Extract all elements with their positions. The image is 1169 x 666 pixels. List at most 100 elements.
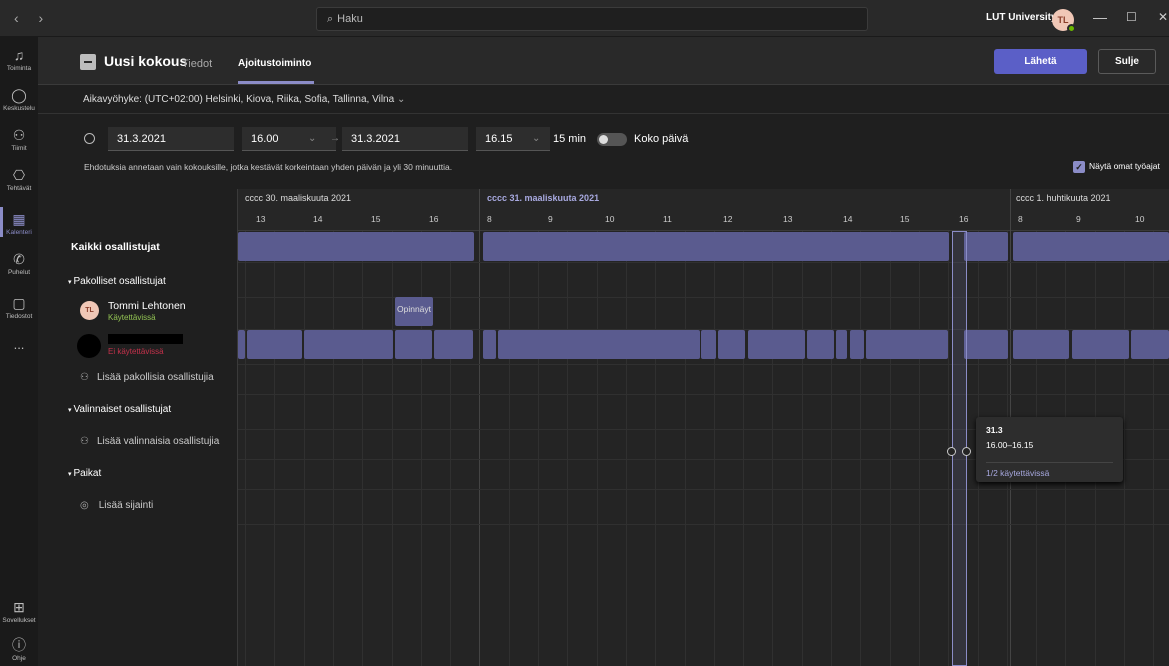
drag-handle[interactable] <box>947 447 956 456</box>
search-input[interactable]: ⌕ Haku <box>316 7 868 31</box>
add-optional-label: Lisää valinnaisia osallistujia <box>96 436 220 447</box>
section-label: Pakolliset osallistujat <box>73 276 166 287</box>
tooltip-availability: 1/2 käytettävissä <box>986 462 1113 478</box>
busy-block <box>748 330 805 359</box>
show-work-hours-label: Näytä omat työajat <box>1089 161 1160 171</box>
busy-block <box>1131 330 1169 359</box>
busy-block <box>238 232 474 261</box>
add-required-label: Lisää pakollisia osallistujia <box>96 372 214 383</box>
row-divider <box>238 262 1169 263</box>
row-divider <box>238 297 1169 298</box>
rail-label: Kalenteri <box>6 229 32 236</box>
rail-activity[interactable]: ♫ Toiminta <box>0 47 38 72</box>
hour-label: 15 <box>371 214 381 224</box>
close-window-button[interactable]: ✕ <box>1158 10 1168 24</box>
active-tab-indicator <box>238 81 314 84</box>
tab-scheduling-assistant[interactable]: Ajoitustoiminto <box>238 58 311 69</box>
meeting-header: Uusi kokous Tiedot Ajoitustoiminto Lähet… <box>38 37 1169 85</box>
timeline-header: cccc 30. maaliskuuta 2021 cccc 31. maali… <box>238 189 1169 231</box>
add-person-icon: ⚇ <box>80 372 89 383</box>
rail-label: Puhelut <box>7 269 31 276</box>
busy-block <box>836 330 847 359</box>
row-divider <box>238 364 1169 365</box>
page-title: Uusi kokous <box>104 53 188 69</box>
more-apps-icon[interactable]: ... <box>0 337 38 352</box>
rail-label: Tiimit <box>11 145 27 152</box>
busy-block <box>395 330 432 359</box>
avatar-initials: TL <box>1057 15 1069 25</box>
maximize-button[interactable]: ☐ <box>1126 10 1137 24</box>
hour-label: 9 <box>548 214 553 224</box>
calendar-icon: ▦ <box>12 211 26 227</box>
hour-label: 16 <box>959 214 969 224</box>
busy-block <box>964 330 1008 359</box>
rail-label: Keskustelu <box>3 105 35 112</box>
add-location-label: Lisää sijainti <box>98 500 154 511</box>
rail-calendar[interactable]: ▦ Kalenteri <box>0 207 38 237</box>
rail-teams[interactable]: ⚇ Tiimit <box>0 127 38 152</box>
busy-block <box>483 232 949 261</box>
tab-details[interactable]: Tiedot <box>182 58 212 70</box>
start-date-field[interactable]: 31.3.2021 <box>108 127 234 151</box>
row-divider <box>238 489 1169 490</box>
hour-label: 13 <box>256 214 266 224</box>
day-label: cccc 1. huhtikuuta 2021 <box>1016 193 1111 203</box>
search-icon: ⌕ <box>327 13 334 25</box>
rail-apps[interactable]: ⊞ Sovellukset <box>0 599 38 624</box>
tooltip-date: 31.3 <box>986 425 1003 435</box>
busy-block <box>483 330 496 359</box>
busy-block <box>701 330 716 359</box>
busy-block <box>1013 232 1169 261</box>
day-label: cccc 30. maaliskuuta 2021 <box>245 193 352 203</box>
rail-tasks[interactable]: ⎔ Tehtävät <box>0 167 38 192</box>
rail-files[interactable]: ▢ Tiedostot <box>0 295 38 320</box>
close-button[interactable]: Sulje <box>1098 49 1156 74</box>
start-time-field[interactable]: 16.00 <box>242 127 336 151</box>
app-rail: ♫ Toiminta ◯ Keskustelu ⚇ Tiimit ⎔ Tehtävät … <box>0 37 38 666</box>
drag-handle[interactable] <box>962 447 971 456</box>
minimize-button[interactable]: — <box>1093 9 1107 25</box>
schedule-grid[interactable]: cccc 30. maaliskuuta 2021 cccc 31. maali… <box>238 189 1169 666</box>
chat-icon: ◯ <box>11 87 27 103</box>
busy-block <box>498 330 700 359</box>
chevron-down-icon: ⌄ <box>308 133 317 144</box>
suggestion-hint: Ehdotuksia annetaan vain kokouksille, jo… <box>84 162 453 172</box>
hour-label: 10 <box>605 214 615 224</box>
show-work-hours-checkbox[interactable]: ✓ <box>1073 161 1085 173</box>
hour-label: 10 <box>1135 214 1145 224</box>
all-day-toggle[interactable] <box>597 133 627 146</box>
help-icon: ⓘ <box>12 637 26 653</box>
busy-block <box>304 330 393 359</box>
rail-label: Toiminta <box>6 65 32 72</box>
hour-label: 9 <box>1076 214 1081 224</box>
busy-block <box>1072 330 1129 359</box>
avatar <box>77 334 101 358</box>
hour-label: 8 <box>1018 214 1023 224</box>
timezone-label: Aikavyöhyke: (UTC+02:00) Helsinki, Kiova… <box>83 94 395 105</box>
busy-block <box>850 330 864 359</box>
datetime-row: 31.3.2021 16.00 ⌄ → 31.3.2021 16.15 ⌄ 15… <box>38 114 1169 189</box>
duration-label: 15 min <box>553 133 587 145</box>
avatar[interactable]: TL <box>1052 9 1076 33</box>
rail-calls[interactable]: ✆ Puhelut <box>0 251 38 276</box>
section-label: Valinnaiset osallistujat <box>73 404 172 415</box>
end-date-field[interactable]: 31.3.2021 <box>342 127 468 151</box>
history-nav-icon[interactable]: ‹ › <box>14 10 51 26</box>
busy-block[interactable]: Opinnäyt <box>395 297 433 326</box>
rail-label: Ohje <box>12 655 26 662</box>
rail-help[interactable]: ⓘ Ohje <box>0 637 38 662</box>
rail-label: Tiedostot <box>5 313 33 320</box>
busy-block <box>1013 330 1069 359</box>
send-button[interactable]: Lähetä <box>994 49 1087 74</box>
hour-label: 11 <box>663 214 672 224</box>
row-divider <box>238 524 1169 525</box>
hour-label: 13 <box>783 214 793 224</box>
timezone-selector[interactable]: Aikavyöhyke: (UTC+02:00) Helsinki, Kiova… <box>38 86 1169 114</box>
calendar-icon <box>80 54 96 70</box>
rail-chat[interactable]: ◯ Keskustelu <box>0 87 38 112</box>
org-name: LUT University <box>986 12 1057 23</box>
busy-block <box>434 330 473 359</box>
attendee-name: Tommi Lehtonen <box>108 300 186 312</box>
hour-label: 16 <box>429 214 439 224</box>
title-bar: ‹ › ⌕ Haku LUT University TL — ☐ ✕ <box>0 0 1169 37</box>
